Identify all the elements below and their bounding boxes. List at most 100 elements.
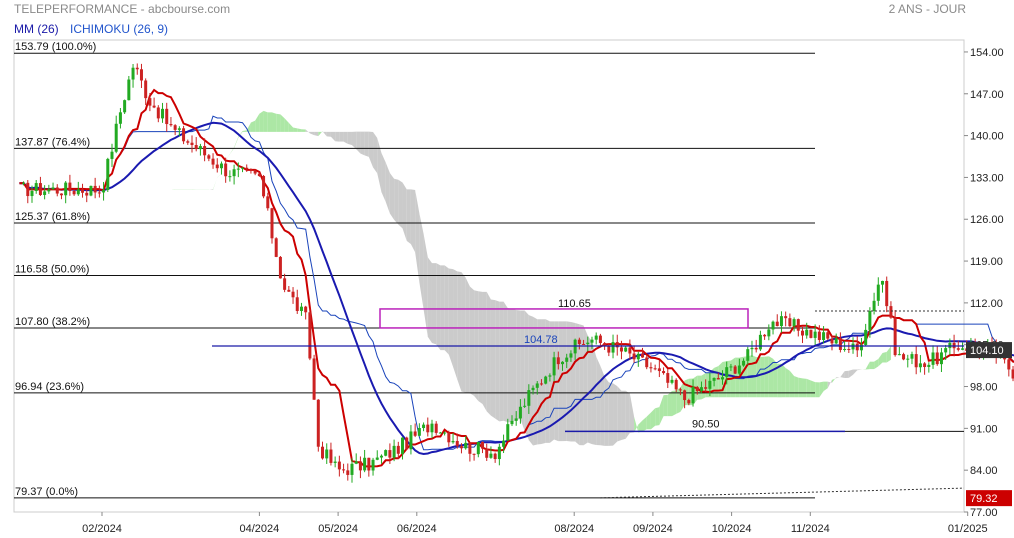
candle-body (55, 187, 59, 194)
candle-body (194, 145, 198, 150)
candle-body (544, 376, 548, 384)
candle-body (38, 183, 42, 195)
candle-body (539, 383, 543, 385)
candle-body (114, 123, 118, 152)
candle-body (561, 361, 565, 365)
candle-body (843, 348, 847, 350)
cloud-segment (427, 257, 432, 344)
cloud-segment (389, 173, 395, 220)
x-tick-label: 02/2024 (82, 523, 122, 535)
cloud-segment (360, 131, 365, 156)
candle-body (624, 347, 628, 352)
candle-body (426, 424, 430, 433)
candle-body (502, 440, 506, 447)
cloud-segment (503, 301, 508, 423)
cloud-segment (516, 309, 521, 420)
candle-body (447, 432, 451, 443)
candle-body (763, 334, 767, 337)
candle-body (636, 353, 640, 360)
cloud-segment (511, 308, 517, 423)
cloud-segment (676, 387, 681, 414)
cloud-segment (840, 371, 845, 379)
cloud-segment (831, 377, 837, 383)
candle-body (396, 445, 400, 454)
cloud-segment (827, 379, 832, 389)
candle-body (262, 176, 266, 197)
candle-body (459, 446, 463, 449)
cloud-segment (330, 131, 336, 142)
cloud-segment (208, 189, 214, 191)
candle-body (350, 463, 354, 475)
price-chart[interactable]: 153.79 (100.0%) 137.87 (76.4%) 125.37 (61.… (0, 0, 1014, 538)
cloud-segment (562, 321, 567, 442)
cloud-segment (448, 268, 454, 367)
cloud-segment (764, 356, 769, 398)
candle-body (308, 312, 312, 359)
candle-body (590, 339, 594, 343)
candle-body (156, 107, 160, 119)
y-tick-label: 133.00 (970, 172, 1004, 184)
candle-body (910, 354, 914, 359)
candle-body (312, 358, 316, 400)
candle-body (89, 185, 93, 196)
cloud-segment (284, 118, 289, 132)
cloud-segment (819, 381, 824, 398)
candle-body (935, 352, 939, 365)
cloud-segment (773, 358, 778, 398)
candle-body (834, 338, 838, 344)
candle-body (72, 190, 76, 195)
candle-body (881, 280, 885, 285)
candle-body (737, 365, 741, 374)
cloud-segment (857, 369, 862, 371)
candle-body (906, 358, 910, 360)
cloud-segment (823, 381, 828, 392)
candle-body (304, 306, 308, 313)
last-price-label: 104.10 (970, 345, 1004, 357)
candle-body (691, 386, 695, 404)
candle-body (430, 423, 434, 433)
candle-body (872, 300, 876, 312)
candle-body (817, 331, 821, 340)
candle-body (699, 387, 703, 392)
cloud-segment (469, 286, 475, 396)
candle-body (392, 445, 396, 458)
candle-body (165, 108, 169, 125)
candle-body (721, 377, 725, 380)
cloud-segment (347, 131, 352, 146)
candle-body (346, 470, 350, 475)
candle-body (742, 360, 746, 366)
candle-body (902, 354, 906, 360)
cloud-segment (335, 131, 340, 142)
candle-body (43, 191, 47, 195)
candle-body (64, 182, 68, 196)
candle-body (228, 176, 232, 178)
candle-body (876, 284, 880, 301)
candle-body (535, 383, 539, 388)
candle-body (219, 163, 223, 169)
candle-body (413, 431, 417, 436)
candle-body (556, 357, 560, 365)
candle-body (796, 319, 800, 331)
candle-body (779, 316, 783, 327)
cloud-segment (671, 390, 677, 417)
cloud-segment (444, 265, 449, 355)
candle-body (784, 316, 788, 319)
candle-body (923, 363, 927, 367)
candle-body (565, 357, 569, 362)
cloud-segment (217, 173, 222, 178)
candle-body (514, 418, 518, 421)
candle-body (207, 155, 211, 159)
cloud-segment (848, 369, 854, 378)
candle-body (337, 461, 341, 470)
candle-body (704, 387, 708, 389)
cloud-segment (381, 153, 386, 202)
cloud-segment (604, 376, 609, 446)
cloud-segment (326, 131, 331, 137)
cloud-segment (478, 291, 483, 404)
candle-body (384, 450, 388, 456)
candle-body (497, 446, 501, 460)
candle-body (931, 352, 935, 365)
x-axis: 02/2024 04/2024 05/2024 06/2024 08/2024 09/20… (82, 512, 988, 535)
cloud-segment (621, 390, 626, 440)
cloud-segment (642, 416, 647, 432)
